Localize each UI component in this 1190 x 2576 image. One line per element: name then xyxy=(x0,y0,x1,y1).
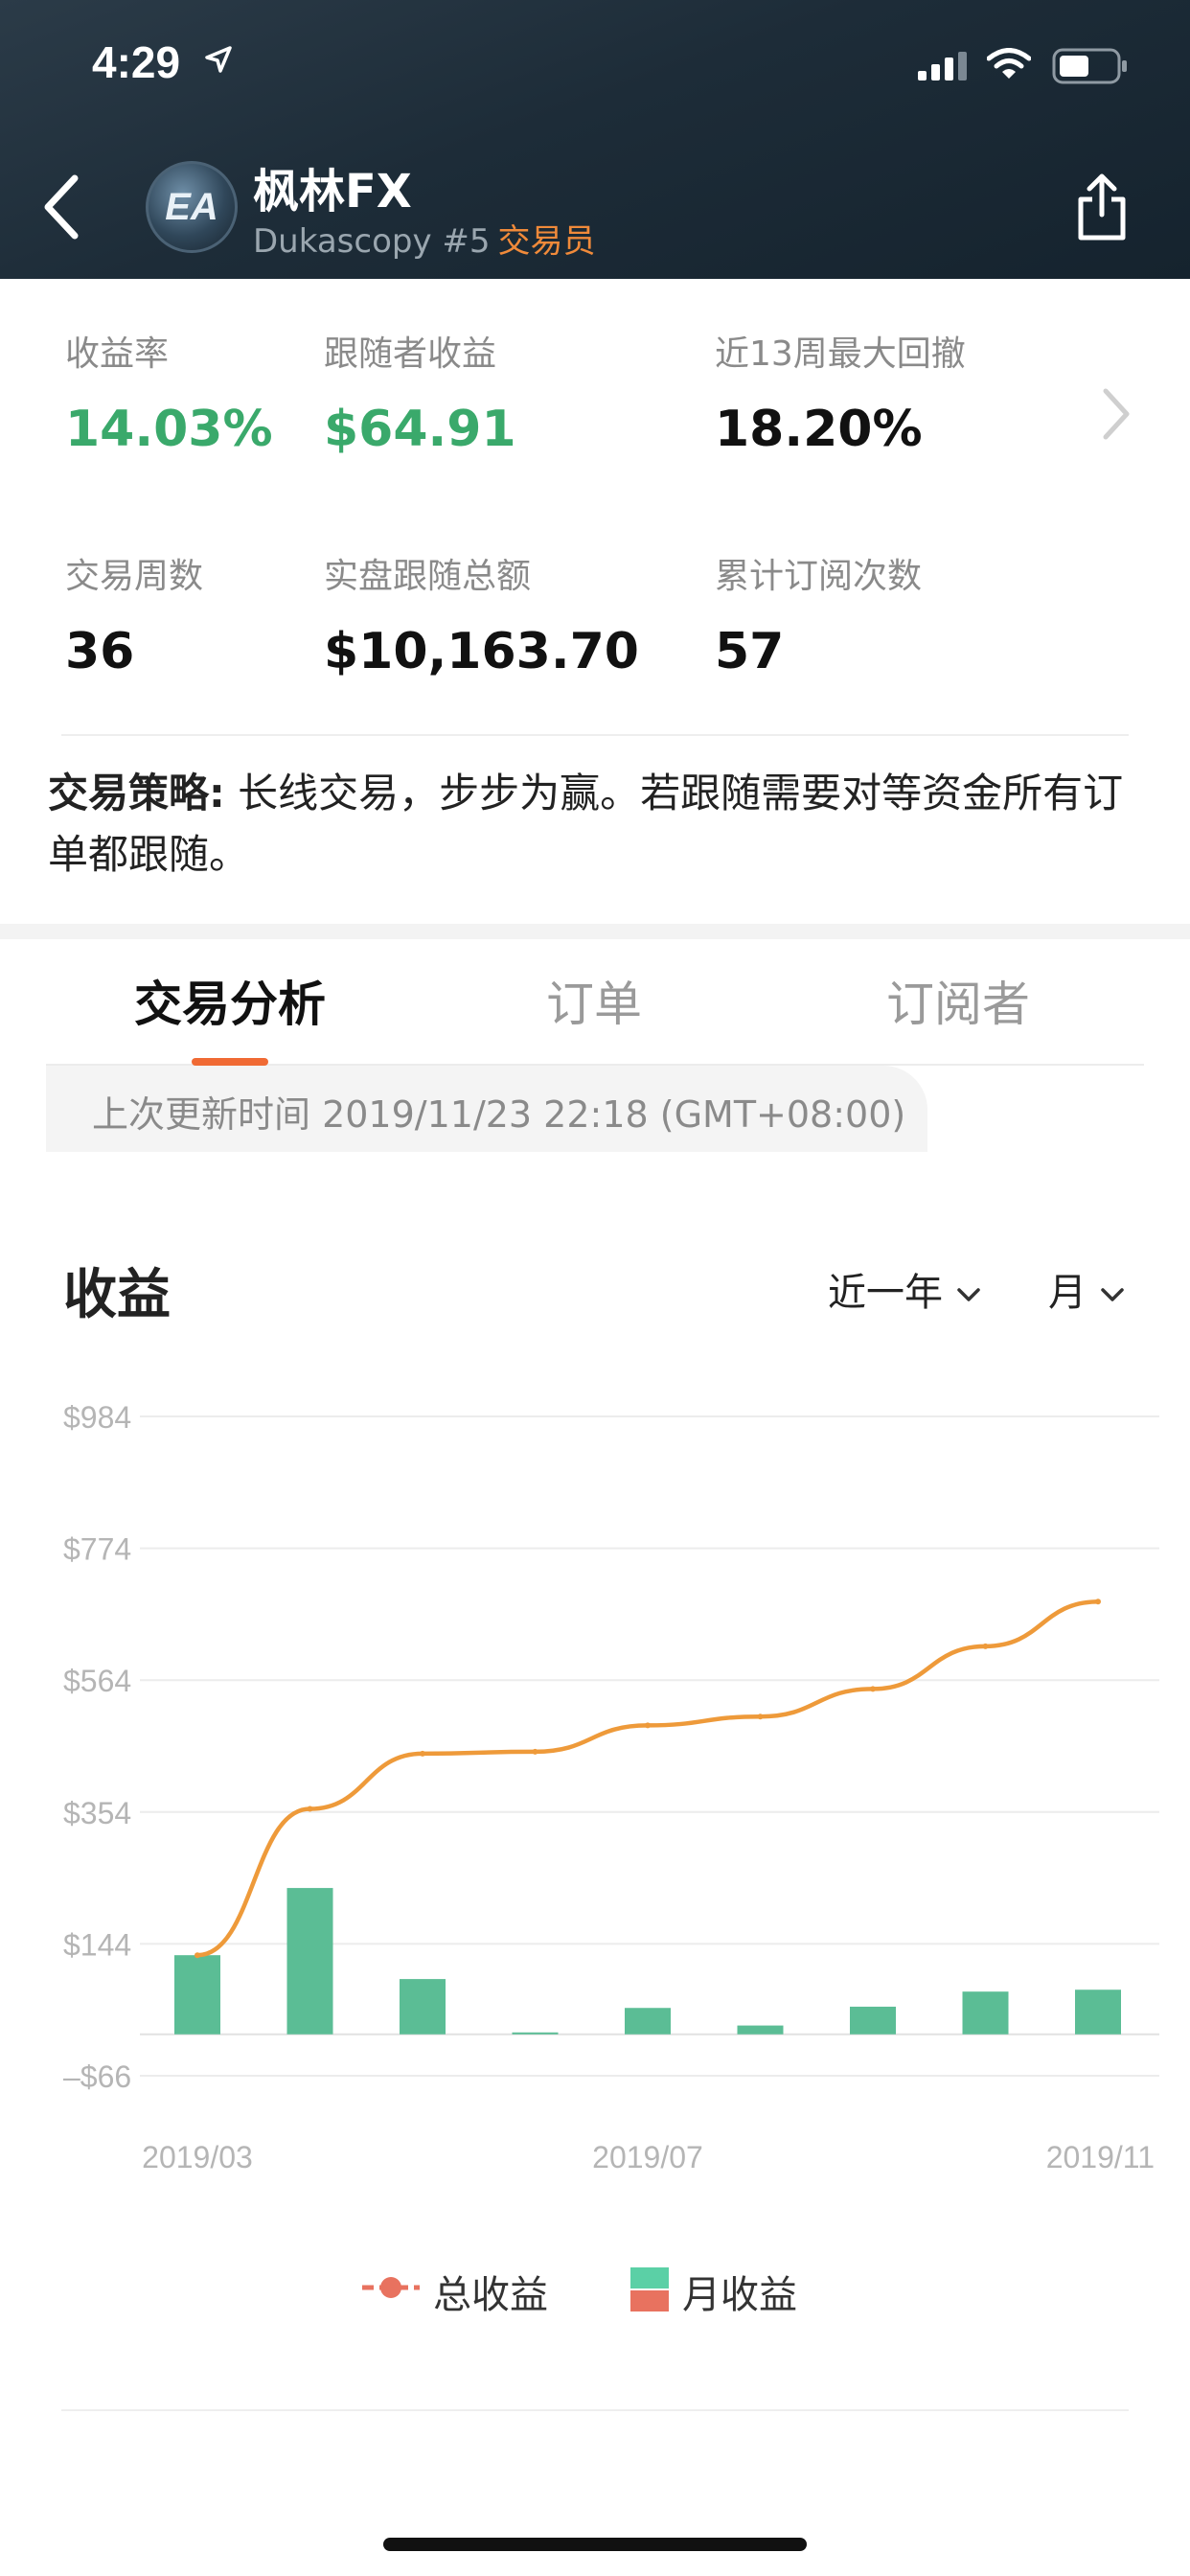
monthly-profit-bar[interactable] xyxy=(850,2006,896,2035)
y-tick-label: $984 xyxy=(63,1400,131,1435)
tab-subscribers[interactable]: 订阅者 xyxy=(862,966,1054,1035)
stat-value-follower-profit: $64.91 xyxy=(324,401,516,458)
trader-avatar[interactable]: EA xyxy=(146,161,238,253)
stat-label-follower-profit: 跟随者收益 xyxy=(324,334,497,374)
stat-value-return: 14.03% xyxy=(65,401,273,458)
signal-icon xyxy=(918,52,967,80)
wifi-icon xyxy=(987,48,1031,79)
chart-title: 收益 xyxy=(63,1264,171,1326)
status-time: 4:29 xyxy=(92,37,181,87)
profit-chart[interactable]: $984 $774 $564 $354 $144 –$66 2019/03 2019/07 20… xyxy=(0,1361,1190,2175)
stat-value-weeks: 36 xyxy=(65,623,135,680)
chevron-right-icon[interactable] xyxy=(1100,387,1133,441)
back-icon[interactable] xyxy=(38,169,86,245)
trader-header: 4:29 EA 枫林FX Dukascopy #5 交易员 xyxy=(0,0,1190,279)
active-tab-indicator xyxy=(192,1058,268,1066)
y-tick-label: $354 xyxy=(63,1796,131,1830)
period-dropdown-label: 月 xyxy=(1048,1271,1087,1315)
period-dropdown[interactable]: 月 xyxy=(1048,1261,1125,1317)
share-icon[interactable] xyxy=(1073,169,1131,245)
monthly-profit-bar[interactable] xyxy=(286,1888,333,2035)
location-icon xyxy=(205,46,232,73)
x-tick-label: 2019/07 xyxy=(592,2140,703,2174)
total-profit-point[interactable] xyxy=(870,1686,876,1692)
last-update-time: 上次更新时间 2019/11/23 22:18 (GMT+08:00) xyxy=(92,1093,906,1136)
total-profit-legend-icon xyxy=(362,2277,420,2298)
total-profit-point[interactable] xyxy=(645,1722,651,1729)
broker-rank: Dukascopy #5 xyxy=(253,222,491,261)
stat-label-subscriptions: 累计订阅次数 xyxy=(715,557,923,596)
y-tick-label: $564 xyxy=(63,1664,131,1698)
monthly-profit-legend-icon xyxy=(630,2267,669,2312)
total-profit-point[interactable] xyxy=(195,1952,200,1959)
home-indicator xyxy=(383,2538,807,2551)
stat-label-follow-total: 实盘跟随总额 xyxy=(324,557,532,596)
total-profit-point[interactable] xyxy=(420,1750,425,1757)
tab-orders[interactable]: 订单 xyxy=(498,966,690,1035)
monthly-profit-bar[interactable] xyxy=(174,1955,220,2035)
legend-total-profit[interactable]: 总收益 xyxy=(433,2264,548,2319)
stat-value-subscriptions: 57 xyxy=(715,623,785,680)
trading-strategy: 交易策略: 长线交易，步步为赢。若跟随需要对等资金所有订单都跟随。 xyxy=(48,763,1150,886)
trader-name: 枫林FX xyxy=(253,165,412,218)
monthly-profit-bar[interactable] xyxy=(1075,1990,1121,2035)
tab-trade-analysis[interactable]: 交易分析 xyxy=(115,966,345,1035)
chevron-down-icon xyxy=(957,1288,980,1301)
x-tick-label: 2019/11 xyxy=(1046,2140,1155,2174)
section-gap xyxy=(0,924,1190,939)
total-profit-point[interactable] xyxy=(982,1643,989,1649)
divider xyxy=(61,2409,1129,2411)
monthly-profit-bar[interactable] xyxy=(512,2032,559,2035)
stat-value-follow-total: $10,163.70 xyxy=(324,623,639,680)
chevron-down-icon xyxy=(1101,1288,1124,1301)
legend-monthly-profit[interactable]: 月收益 xyxy=(682,2264,797,2319)
trader-role: 交易员 xyxy=(497,222,596,261)
monthly-profit-bar[interactable] xyxy=(737,2025,784,2035)
battery-icon xyxy=(1052,48,1127,84)
total-profit-point[interactable] xyxy=(532,1748,538,1755)
strategy-label: 交易策略: xyxy=(48,770,225,816)
stat-value-max-drawdown: 18.20% xyxy=(715,401,923,458)
x-tick-label: 2019/03 xyxy=(142,2140,253,2174)
total-profit-point[interactable] xyxy=(757,1714,764,1720)
monthly-profit-bar[interactable] xyxy=(962,1991,1009,2035)
trader-subtitle: Dukascopy #5 交易员 xyxy=(253,215,596,262)
total-profit-point[interactable] xyxy=(1095,1598,1101,1605)
stat-label-return: 收益率 xyxy=(65,334,170,374)
range-dropdown-label: 近一年 xyxy=(828,1271,943,1315)
total-profit-point[interactable] xyxy=(307,1806,313,1812)
stat-label-max-drawdown: 近13周最大回撤 xyxy=(715,334,966,374)
range-dropdown[interactable]: 近一年 xyxy=(828,1261,981,1317)
divider xyxy=(61,734,1129,736)
monthly-profit-bar[interactable] xyxy=(625,2008,671,2035)
y-tick-label: –$66 xyxy=(63,2059,131,2094)
stat-label-weeks: 交易周数 xyxy=(65,557,204,596)
monthly-profit-bar[interactable] xyxy=(400,1979,446,2035)
y-tick-label: $774 xyxy=(63,1532,131,1567)
y-tick-label: $144 xyxy=(63,1927,131,1962)
